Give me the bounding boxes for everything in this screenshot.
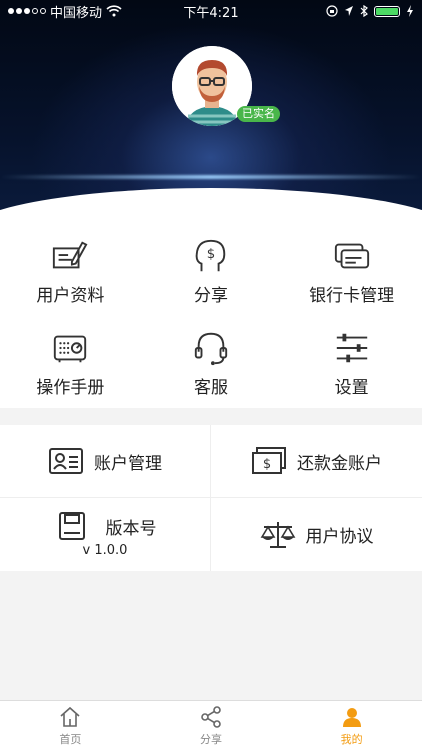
repay-account-button[interactable]: $ 还款金账户 <box>211 425 422 498</box>
account-manage-button[interactable]: 账户管理 <box>0 425 211 498</box>
location-icon <box>345 6 353 16</box>
grid-item-bank-card[interactable]: 银行卡管理 <box>281 225 422 317</box>
tab-bar: 首页 分享 我的 <box>0 700 422 750</box>
headset-icon <box>194 332 228 365</box>
tab-home[interactable]: 首页 <box>0 701 141 750</box>
share-head-icon: $ <box>195 239 226 272</box>
manual-icon <box>54 335 87 362</box>
battery-icon <box>374 5 400 17</box>
grid-item-customer-service[interactable]: 客服 <box>141 317 282 409</box>
grid-item-user-info[interactable]: 用户资料 <box>0 225 141 317</box>
header-glow <box>0 175 422 179</box>
person-icon <box>342 707 361 727</box>
bluetooth-icon <box>360 5 368 17</box>
settings-sliders-icon <box>336 333 367 362</box>
grid-item-manual[interactable]: 操作手册 <box>0 317 141 409</box>
grid-label-settings: 设置 <box>334 377 369 398</box>
carrier-label: 中国移动 <box>50 5 103 21</box>
grid-label-share: 分享 <box>193 286 228 306</box>
grid-label-customer-service: 客服 <box>193 377 228 398</box>
grid-label-manual: 操作手册 <box>36 377 105 398</box>
svg-text:$: $ <box>207 247 215 262</box>
account-manage-label: 账户管理 <box>94 453 162 474</box>
id-card-icon <box>49 448 83 474</box>
user-info-icon <box>53 241 88 269</box>
tab-home-label: 首页 <box>59 732 82 746</box>
version-value: v 1.0.0 <box>82 543 128 558</box>
tab-mine-label: 我的 <box>340 732 363 746</box>
wifi-icon <box>106 5 122 17</box>
status-bar: 中国移动 下午4:21 <box>0 0 422 22</box>
scales-icon <box>260 521 295 548</box>
verified-badge: 已实名 <box>237 106 280 122</box>
function-grid: 用户资料 $ 分享 银行卡管理 操作手册 客服 设置 <box>0 225 422 408</box>
version-label: 版本号 <box>105 518 157 539</box>
grid-item-settings[interactable]: 设置 <box>281 317 422 409</box>
account-cards: 账户管理 $ 还款金账户 版本号 v 1.0.0 用户协议 <box>0 425 422 571</box>
charging-icon <box>407 5 413 17</box>
repay-account-label: 还款金账户 <box>297 453 382 474</box>
svg-text:$: $ <box>263 457 271 472</box>
tab-share[interactable]: 分享 <box>141 701 282 750</box>
grid-label-user-info: 用户资料 <box>36 286 105 306</box>
user-agreement-label: 用户协议 <box>305 527 374 547</box>
version-button[interactable]: 版本号 v 1.0.0 <box>0 498 211 571</box>
grid-label-bank-card: 银行卡管理 <box>309 286 395 306</box>
orientation-lock-icon <box>326 5 338 17</box>
grid-item-share[interactable]: $ 分享 <box>141 225 282 317</box>
user-agreement-button[interactable]: 用户协议 <box>211 498 422 571</box>
tab-share-label: 分享 <box>199 732 222 746</box>
header-curve <box>0 188 422 225</box>
signal-icon <box>8 8 46 14</box>
cash-icon: $ <box>252 447 286 474</box>
bank-card-icon <box>334 243 369 269</box>
home-icon <box>60 706 80 727</box>
save-disk-icon <box>58 512 85 540</box>
tab-mine[interactable]: 我的 <box>281 701 422 750</box>
share-icon <box>201 705 221 728</box>
